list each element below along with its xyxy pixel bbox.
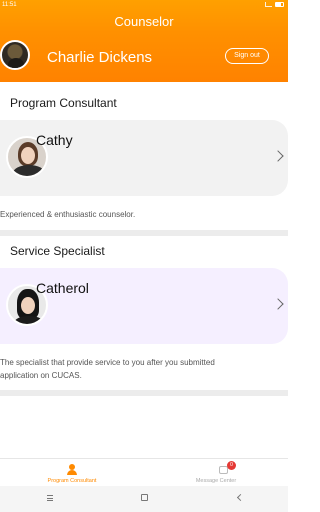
specialist-description-line-1: The specialist that provide service to y… bbox=[0, 358, 215, 367]
tab-label: Message Center bbox=[195, 478, 237, 484]
consultant-card[interactable]: Cathy bbox=[0, 120, 288, 196]
sign-out-button[interactable]: Sign out bbox=[225, 48, 269, 64]
menu-icon[interactable] bbox=[47, 495, 53, 501]
section-divider bbox=[0, 390, 288, 396]
chevron-right-icon bbox=[272, 150, 284, 162]
app-header: 11:51 Counselor Charlie Dickens Sign out bbox=[0, 0, 288, 82]
consultant-description: Experienced & enthusiastic counselor. bbox=[0, 210, 136, 219]
tab-program-consultant[interactable]: Program Consultant bbox=[0, 461, 144, 487]
status-bar: 11:51 bbox=[0, 0, 288, 12]
specialist-description-line-2: application on CUCAS. bbox=[0, 371, 82, 380]
bottom-tab-bar: Program Consultant 0 Message Center bbox=[0, 458, 288, 486]
consultant-name: Cathy bbox=[36, 132, 73, 148]
system-nav-bar bbox=[0, 486, 288, 512]
specialist-card[interactable]: Catherol bbox=[0, 268, 288, 344]
tab-label: Program Consultant bbox=[47, 478, 97, 484]
user-name: Charlie Dickens bbox=[47, 49, 153, 66]
home-icon[interactable] bbox=[141, 494, 148, 501]
specialist-description: The specialist that provide service to y… bbox=[0, 356, 270, 382]
user-avatar[interactable] bbox=[0, 40, 30, 70]
section-title-service-specialist: Service Specialist bbox=[10, 244, 105, 258]
unread-badge: 0 bbox=[227, 461, 236, 470]
person-icon bbox=[67, 464, 77, 475]
section-divider bbox=[0, 230, 288, 236]
section-title-program-consultant: Program Consultant bbox=[10, 96, 117, 110]
status-time: 11:51 bbox=[2, 2, 17, 8]
specialist-name: Catherol bbox=[36, 280, 89, 296]
page-title: Counselor bbox=[114, 14, 174, 29]
battery-icon bbox=[275, 2, 284, 7]
back-icon[interactable] bbox=[236, 493, 245, 502]
tab-message-center[interactable]: 0 Message Center bbox=[144, 461, 288, 487]
signal-icon bbox=[265, 2, 272, 7]
status-icons bbox=[265, 2, 284, 7]
chevron-right-icon bbox=[272, 298, 284, 310]
